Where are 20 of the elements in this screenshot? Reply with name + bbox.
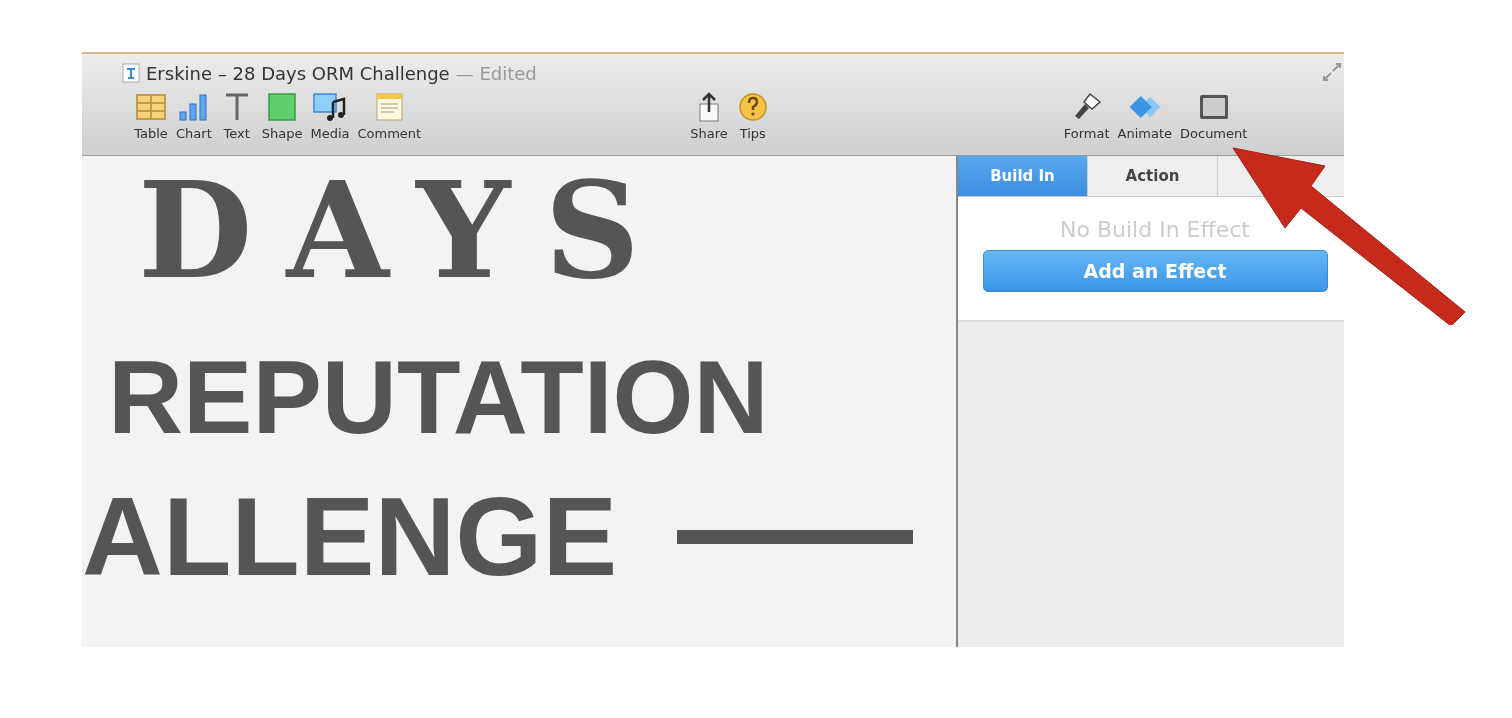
media-icon (312, 92, 347, 122)
table-icon (134, 92, 168, 122)
toolbar-button[interactable]: Animate (1115, 92, 1174, 141)
toolbar-button[interactable]: Tips (733, 92, 772, 141)
toolbar-button[interactable]: Format (1061, 92, 1112, 141)
fullscreen-icon[interactable] (1322, 62, 1342, 82)
toolbar-button[interactable]: Document (1178, 92, 1250, 141)
toolbar-button[interactable]: Table (132, 92, 170, 141)
slide-heading: DAYS (137, 156, 675, 306)
document-icon (122, 63, 140, 83)
toolbar-button[interactable]: Chart (174, 92, 214, 141)
toolbar-button[interactable]: Media (308, 92, 352, 141)
edited-status: — Edited (455, 62, 537, 84)
window-title: Erskine – 28 Days ORM Challenge (146, 62, 450, 84)
slide-heading: ALLENGE (82, 473, 618, 601)
toolbar-button[interactable]: Share (688, 92, 730, 141)
toolbar-button[interactable]: Shape (259, 92, 305, 141)
slide-heading: REPUTATION (107, 338, 770, 457)
toolbar-button[interactable]: Comment (355, 92, 424, 141)
toolbar-button[interactable]: Text (217, 92, 256, 141)
